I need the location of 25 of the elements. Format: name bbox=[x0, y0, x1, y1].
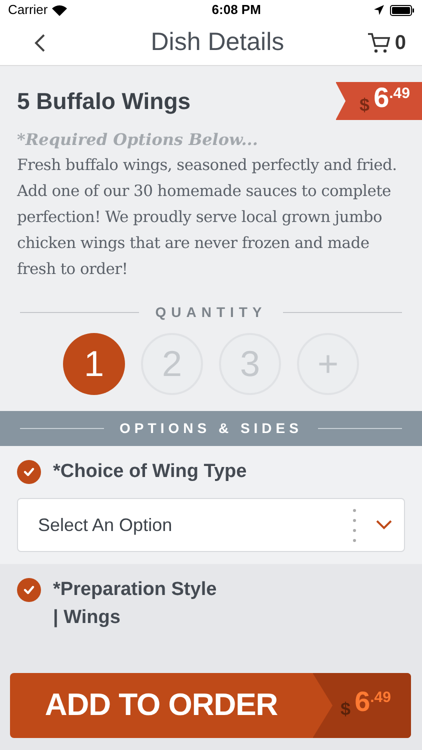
location-icon bbox=[374, 5, 384, 15]
quantity-option[interactable]: 1 bbox=[63, 333, 125, 395]
page-title: Dish Details bbox=[150, 26, 284, 58]
option-select[interactable]: Select An Option bbox=[17, 498, 405, 552]
cart-button[interactable]: 0 bbox=[366, 28, 406, 58]
currency-symbol: $ bbox=[360, 94, 370, 116]
option-title: *Preparation Style | Wings bbox=[53, 578, 217, 630]
section-header: OPTIONS & SIDES bbox=[120, 419, 302, 438]
select-placeholder: Select An Option bbox=[38, 514, 174, 537]
required-note: *Required Options Below... bbox=[17, 129, 259, 151]
option-title: *Choice of Wing Type bbox=[53, 460, 247, 484]
wifi-icon bbox=[52, 4, 67, 16]
checkmark-icon[interactable] bbox=[17, 460, 41, 484]
status-time: 6:08 PM bbox=[212, 1, 261, 20]
battery-icon bbox=[390, 4, 414, 16]
currency-symbol: $ bbox=[340, 698, 351, 721]
carrier-label: Carrier bbox=[8, 1, 48, 20]
chevron-down-icon bbox=[376, 520, 392, 530]
quantity-label: QUANTITY bbox=[155, 303, 267, 322]
back-icon bbox=[34, 32, 46, 52]
dish-name: 5 Buffalo Wings bbox=[17, 86, 191, 116]
checkmark-icon[interactable] bbox=[17, 578, 41, 602]
dots-icon bbox=[353, 508, 356, 542]
dish-description: Fresh buffalo wings, seasoned perfectly and fried. Add one of our 30 homemade sauces to complete perfection! We proudly serve local grown jumbo chicken wings that are never frozen and made fresh to order! bbox=[17, 155, 398, 280]
cart-icon bbox=[366, 32, 391, 54]
